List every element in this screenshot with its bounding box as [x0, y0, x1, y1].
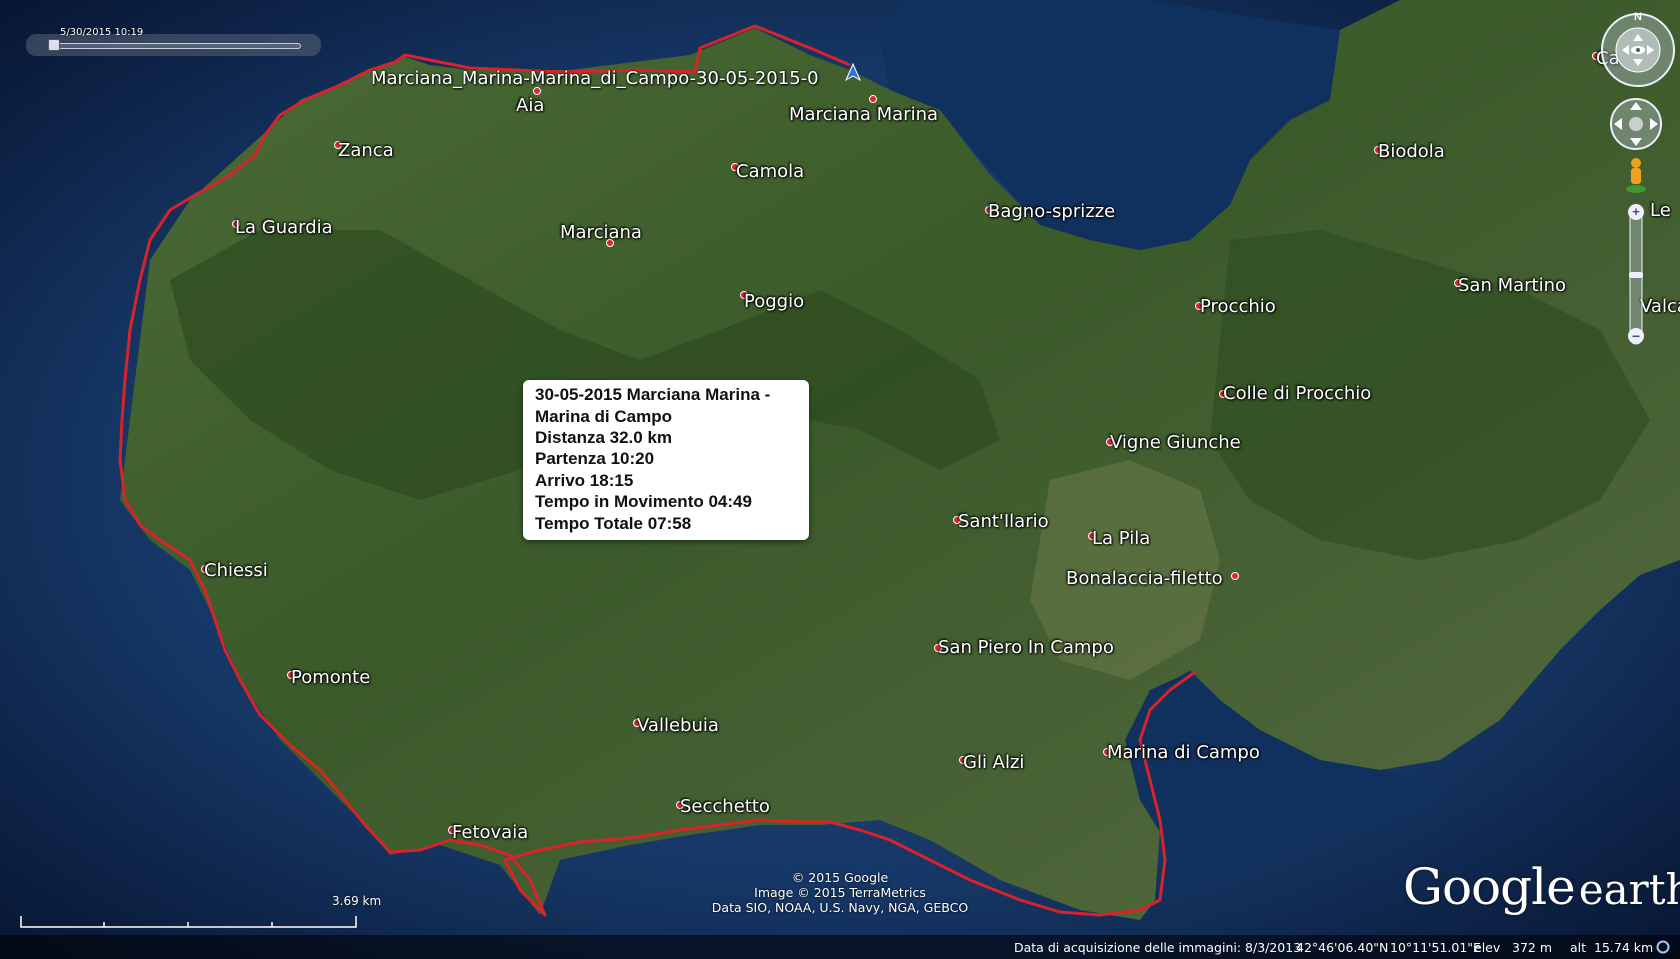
place-label-zanca[interactable]: Zanca [338, 140, 394, 161]
latitude-readout: 42°46'06.40"N [1296, 940, 1389, 955]
elevation-readout: 372 m [1512, 940, 1553, 955]
altitude-readout: 15.74 km [1594, 940, 1654, 955]
place-label-marciana[interactable]: Marciana [560, 222, 642, 243]
place-label-le[interactable]: Le [1650, 200, 1671, 221]
imagery-copyright: © 2015 Google Image © 2015 TerraMetrics … [660, 870, 1020, 915]
track-name-label[interactable]: Marciana_Marina-Marina_di_Campo-30-05-20… [371, 68, 819, 89]
balloon-line-title: 30-05-2015 Marciana Marina - [535, 385, 771, 404]
plus-icon: + [1632, 204, 1640, 219]
place-label-bagno-sprizze[interactable]: Bagno-sprizze [988, 201, 1115, 222]
place-label-colle-di-procchio[interactable]: Colle di Procchio [1223, 383, 1371, 404]
altitude-label: alt [1570, 940, 1587, 955]
place-label-secchetto[interactable]: Secchetto [680, 796, 770, 817]
place-label-sant-ilario[interactable]: Sant'Ilario [958, 511, 1049, 532]
scale-legend-label: 3.69 km [332, 894, 382, 908]
longitude-readout: 10°11'51.01"E [1390, 940, 1481, 955]
imagery-date: Data di acquisizione delle immagini: 8/3… [1014, 940, 1302, 955]
place-label-san-martino[interactable]: San Martino [1458, 275, 1566, 296]
place-label-marciana-marina[interactable]: Marciana Marina [789, 104, 938, 125]
place-label-poggio[interactable]: Poggio [744, 291, 804, 312]
balloon-line-title-2: Marina di Campo [535, 407, 672, 426]
copyright-line: © 2015 Google [791, 870, 889, 885]
pan-control[interactable] [1608, 96, 1664, 152]
place-label-camola[interactable]: Camola [736, 161, 804, 182]
place-label-procchio[interactable]: Procchio [1200, 296, 1276, 317]
zoom-slider-thumb[interactable] [1629, 272, 1643, 278]
time-slider-thumb[interactable] [48, 39, 60, 51]
copyright-line: Image © 2015 TerraMetrics [754, 885, 926, 900]
place-label-la-guardia[interactable]: La Guardia [235, 217, 333, 238]
place-dot [533, 87, 541, 95]
balloon-line-distance: Distanza 32.0 km [535, 428, 673, 447]
compass-look-control[interactable]: N [1598, 8, 1678, 88]
place-label-san-piero-in-campo[interactable]: San Piero In Campo [938, 637, 1114, 658]
zoom-slider[interactable]: + − [1624, 200, 1648, 350]
streaming-status-icon [1656, 940, 1670, 954]
balloon-line-total-time: Tempo Totale 07:58 [535, 514, 692, 533]
place-label-biodola[interactable]: Biodola [1378, 141, 1445, 162]
place-label-aia[interactable]: Aia [516, 95, 544, 116]
track-info-balloon[interactable]: 30-05-2015 Marciana Marina - Marina di C… [523, 380, 809, 540]
status-bar: Data di acquisizione delle immagini: 8/3… [0, 935, 1680, 959]
balloon-line-departure: Partenza 10:20 [535, 449, 655, 468]
place-label-marina-di-campo[interactable]: Marina di Campo [1107, 742, 1260, 763]
place-label-la-pila[interactable]: La Pila [1092, 528, 1150, 549]
balloon-line-moving-time: Tempo in Movimento 04:49 [535, 492, 752, 511]
time-slider-track[interactable] [50, 43, 301, 49]
north-indicator[interactable]: N [1634, 11, 1642, 23]
place-label-vallebuia[interactable]: Vallebuia [637, 715, 719, 736]
place-label-chiessi[interactable]: Chiessi [204, 560, 268, 581]
place-dot [1231, 572, 1239, 580]
street-view-pegman-icon[interactable] [1624, 156, 1648, 194]
place-label-fetovaia[interactable]: Fetovaia [452, 822, 528, 843]
hand-icon [1629, 117, 1643, 131]
place-label-pomonte[interactable]: Pomonte [291, 667, 370, 688]
google-earth-logo: Googleearth [1403, 858, 1680, 916]
place-dot [869, 95, 877, 103]
place-label-gli-alzi[interactable]: Gli Alzi [963, 752, 1024, 773]
scale-legend-bar [20, 916, 357, 928]
place-label-vigne-giunche[interactable]: Vigne Giunche [1110, 432, 1241, 453]
copyright-line: Data SIO, NOAA, U.S. Navy, NGA, GEBCO [711, 900, 969, 915]
elevation-label: elev [1474, 940, 1501, 955]
balloon-line-arrival: Arrivo 18:15 [535, 471, 634, 490]
place-label-bonalaccia-filetto[interactable]: Bonalaccia-filetto [1066, 568, 1223, 589]
minus-icon: − [1632, 328, 1640, 344]
time-slider-label: 5/30/2015 10:19 [60, 27, 144, 38]
